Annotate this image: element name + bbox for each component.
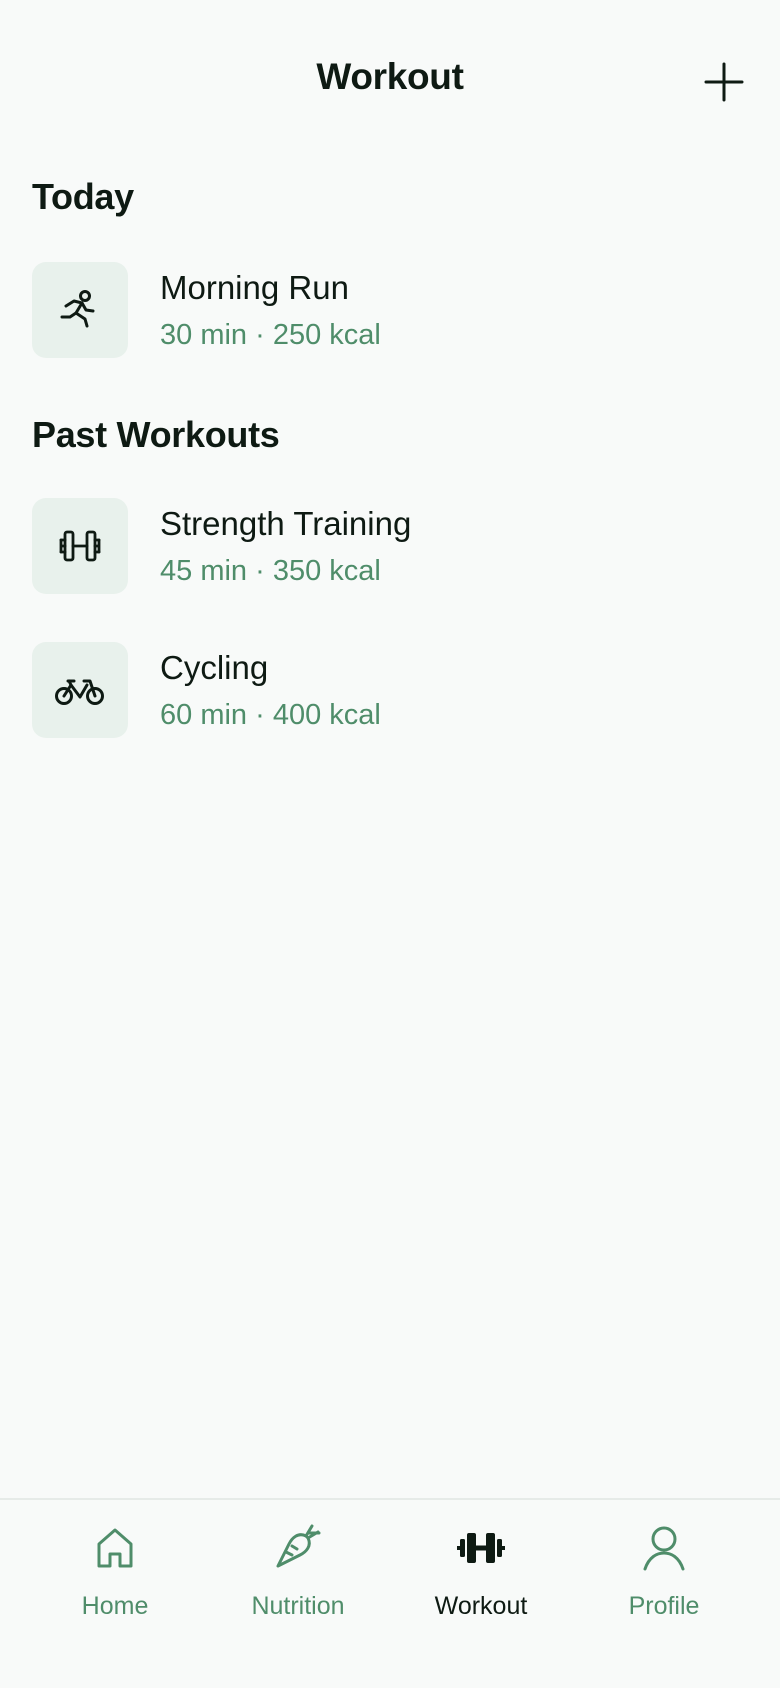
workout-item-morning-run[interactable]: Morning Run 30 min · 250 kcal [32, 262, 748, 358]
workout-meta: 60 min · 400 kcal [160, 699, 381, 731]
section-title-today: Today [32, 176, 134, 217]
workout-item-strength-training[interactable]: Strength Training 45 min · 350 kcal [32, 498, 748, 594]
running-icon [60, 290, 95, 328]
nav-item-home[interactable]: Home [25, 1520, 205, 1640]
workout-thumb [32, 262, 128, 358]
workout-meta: 45 min · 350 kcal [160, 555, 381, 587]
header: Workout [0, 0, 780, 160]
workout-name: Strength Training [160, 505, 412, 542]
user-icon [643, 1526, 685, 1571]
plus-icon [704, 62, 744, 102]
nav-label: Workout [434, 1592, 528, 1620]
nav-label: Profile [628, 1592, 700, 1620]
dumbbell-icon [457, 1533, 505, 1563]
nav-label: Nutrition [251, 1592, 345, 1620]
nav-item-nutrition[interactable]: Nutrition [208, 1520, 388, 1640]
nav-item-workout[interactable]: Workout [391, 1520, 571, 1640]
nav-item-profile[interactable]: Profile [574, 1520, 754, 1640]
workout-meta: 30 min · 250 kcal [160, 319, 381, 351]
workout-thumb [32, 642, 128, 738]
add-workout-button[interactable] [700, 58, 748, 106]
workout-name: Cycling [160, 649, 269, 686]
workout-thumb [32, 498, 128, 594]
workout-item-cycling[interactable]: Cycling 60 min · 400 kcal [32, 642, 748, 738]
home-icon [97, 1528, 133, 1568]
workout-name: Morning Run [160, 269, 349, 306]
section-title-past-workouts: Past Workouts [32, 414, 280, 455]
dumbbell-icon [59, 530, 101, 562]
bottom-nav: Home Nutrition Workout Profile [0, 1498, 780, 1688]
page-title: Workout [316, 56, 464, 97]
bicycle-icon [55, 679, 104, 705]
nav-label: Home [81, 1592, 149, 1620]
carrot-icon [276, 1524, 321, 1568]
app-screen: Workout Today Morning Run 30 min · 250 k… [0, 0, 780, 1688]
